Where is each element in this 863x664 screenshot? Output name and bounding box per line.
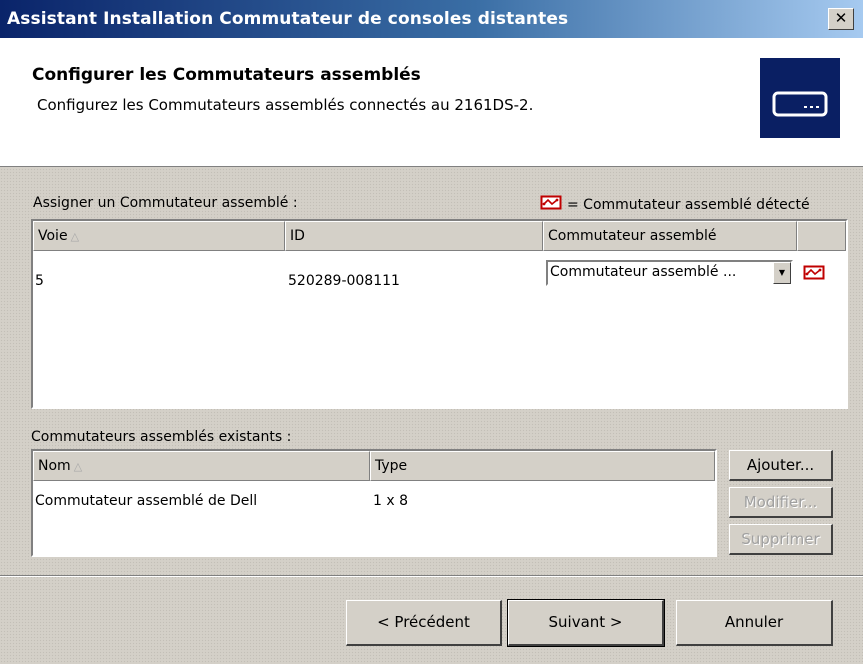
detected-switch-icon [540,195,562,214]
sort-up-icon: △ [70,230,80,243]
legend-label: = Commutateur assemblé détecté [567,196,810,213]
assign-table: Voie △ ID Commutateur assemblé 5 520289-0… [31,219,848,409]
existing-table: Nom △ Type Commutateur assemblé de Dell 1… [31,449,717,557]
cancel-button[interactable]: Annuler [676,600,833,646]
chevron-down-icon[interactable]: ▼ [773,262,791,284]
footer-divider [0,575,863,577]
cell-type: 1 x 8 [373,493,408,509]
sort-up-icon: △ [73,460,83,473]
delete-button[interactable]: Supprimer [729,524,833,555]
wizard-header: Configurer les Commutateurs assemblés Co… [0,38,863,167]
switch-device-icon [760,58,840,138]
window-title: Assistant Installation Commutateur de co… [7,9,569,29]
modify-button[interactable]: Modifier... [729,487,833,518]
page-subtitle: Configurez les Commutateurs assemblés co… [37,96,534,114]
prev-button[interactable]: < Précédent [346,600,502,646]
column-header-type[interactable]: Type [370,451,715,481]
column-header-switch[interactable]: Commutateur assemblé [543,221,797,251]
assign-section-label: Assigner un Commutateur assemblé : [33,195,298,211]
title-bar[interactable]: Assistant Installation Commutateur de co… [0,0,863,38]
next-button[interactable]: Suivant > [507,599,665,647]
detected-switch-icon [803,265,825,284]
switch-select[interactable]: Commutateur assemblé ... ▼ [546,260,793,286]
add-button[interactable]: Ajouter... [729,450,833,481]
existing-section-label: Commutateurs assemblés existants : [31,429,292,445]
page-title: Configurer les Commutateurs assemblés [32,65,421,85]
cell-id: 520289-008111 [288,273,400,289]
close-button[interactable]: ✕ [828,8,854,30]
detected-legend: = Commutateur assemblé détecté [540,195,810,214]
switch-select-value: Commutateur assemblé ... [550,264,737,280]
column-header-nom[interactable]: Nom △ [33,451,370,481]
wizard-window: Assistant Installation Commutateur de co… [0,0,863,664]
column-header-id[interactable]: ID [285,221,543,251]
column-header-voie[interactable]: Voie △ [33,221,285,251]
close-icon: ✕ [834,9,848,27]
cell-nom: Commutateur assemblé de Dell [35,493,258,509]
column-header-detected[interactable] [797,221,846,251]
cell-voie: 5 [35,273,44,289]
